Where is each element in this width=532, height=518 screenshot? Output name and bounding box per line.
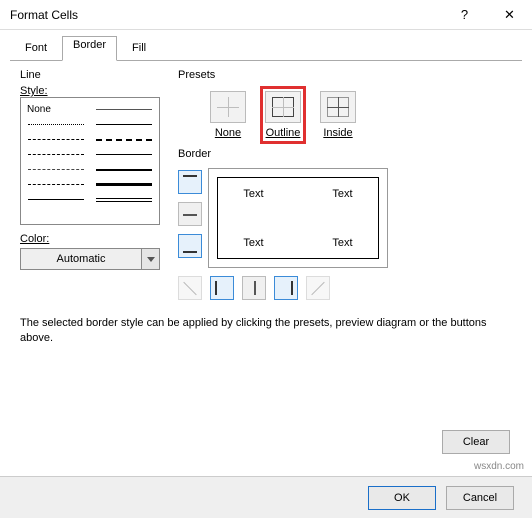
line-style-solid[interactable] xyxy=(25,192,87,207)
presets-group-label: Presets xyxy=(178,69,512,81)
preset-inside-icon xyxy=(320,91,356,123)
chevron-down-icon xyxy=(141,249,159,269)
line-style-solid2[interactable] xyxy=(93,162,155,177)
ok-button[interactable]: OK xyxy=(368,486,436,510)
preset-none-icon xyxy=(210,91,246,123)
close-button[interactable]: ✕ xyxy=(487,0,532,30)
border-top-button[interactable] xyxy=(178,170,202,194)
tab-bar: Font Border Fill xyxy=(0,30,532,61)
border-right-button[interactable] xyxy=(274,276,298,300)
line-style-picker[interactable]: None xyxy=(20,97,160,225)
color-dropdown[interactable]: Automatic xyxy=(20,248,160,270)
tab-font[interactable]: Font xyxy=(10,36,62,61)
line-style-dotted[interactable] xyxy=(25,117,87,132)
preset-inside[interactable]: Inside xyxy=(320,91,356,139)
border-left-button[interactable] xyxy=(210,276,234,300)
line-style-thin[interactable] xyxy=(93,102,155,117)
line-style-solid15[interactable] xyxy=(93,117,155,132)
line-style-none[interactable]: None xyxy=(25,102,87,117)
line-style-dash2[interactable] xyxy=(25,162,87,177)
dialog-footer: OK Cancel xyxy=(0,476,532,518)
line-style-solid15b[interactable] xyxy=(93,147,155,162)
preset-none[interactable]: None xyxy=(210,91,246,139)
tab-fill[interactable]: Fill xyxy=(117,36,161,61)
line-style-double[interactable] xyxy=(93,192,155,207)
border-diag-up-button[interactable] xyxy=(306,276,330,300)
line-style-solid3[interactable] xyxy=(93,177,155,192)
border-preview[interactable]: Text Text Text Text xyxy=(208,168,388,268)
line-style-dash3[interactable] xyxy=(25,177,87,192)
tab-border[interactable]: Border xyxy=(62,36,117,61)
line-style-dotted2[interactable] xyxy=(25,132,87,147)
cancel-button[interactable]: Cancel xyxy=(446,486,514,510)
color-label: Color: xyxy=(20,233,160,245)
style-label: Style: xyxy=(20,85,160,97)
line-group-label: Line xyxy=(20,69,160,81)
watermark: wsxdn.com xyxy=(474,461,524,472)
border-bottom-button[interactable] xyxy=(178,234,202,258)
clear-button[interactable]: Clear xyxy=(442,430,510,454)
window-title: Format Cells xyxy=(10,8,78,22)
preset-outline-icon xyxy=(265,91,301,123)
help-button[interactable]: ? xyxy=(442,0,487,30)
color-value: Automatic xyxy=(21,253,141,265)
border-diag-down-button[interactable] xyxy=(178,276,202,300)
titlebar: Format Cells ? ✕ xyxy=(0,0,532,30)
border-group-label: Border xyxy=(178,148,512,160)
line-style-dashthick[interactable] xyxy=(93,132,155,147)
border-vmiddle-button[interactable] xyxy=(242,276,266,300)
border-hmiddle-button[interactable] xyxy=(178,202,202,226)
description-text: The selected border style can be applied… xyxy=(0,300,532,347)
line-style-dash1[interactable] xyxy=(25,147,87,162)
preset-outline[interactable]: Outline xyxy=(260,86,306,144)
